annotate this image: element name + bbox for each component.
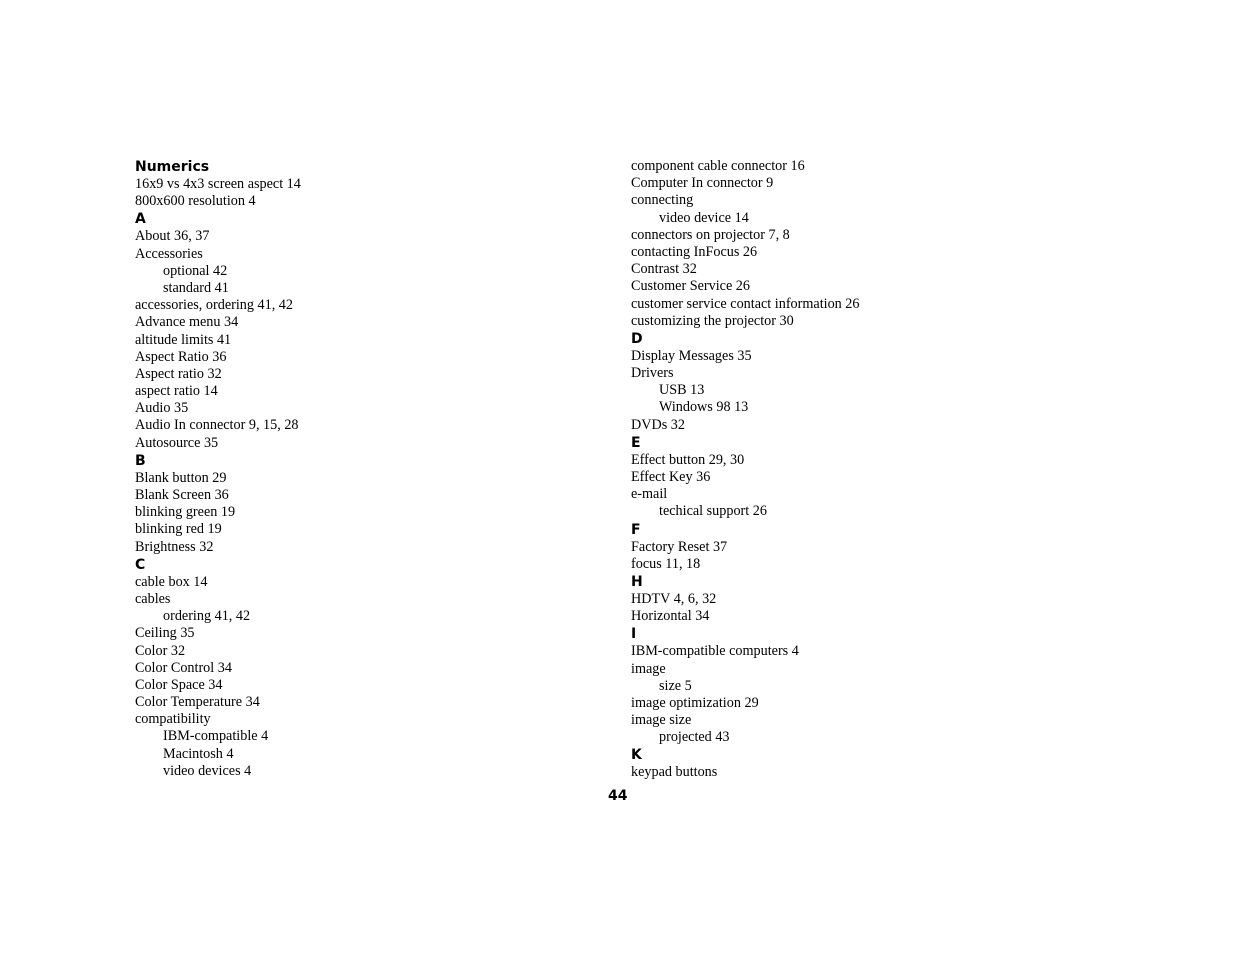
- index-letter-heading: Numerics: [135, 159, 210, 175]
- index-entry: customizing the projector 30: [631, 312, 794, 329]
- index-entry: cables: [135, 590, 171, 607]
- document-page: Numerics 16x9 vs 4x3 screen aspect 14 800x…: [0, 0, 1235, 954]
- index-entry: Effect Key 36: [631, 469, 711, 485]
- index-subentry: techical support 26: [659, 503, 767, 520]
- index-entry: Brightness 32: [135, 538, 214, 555]
- index-letter-heading: D: [631, 330, 643, 347]
- index-entry: customer service contact information 26: [631, 295, 860, 312]
- index-subentry: video devices 4: [163, 762, 252, 779]
- index-entry: Color Space 34: [135, 676, 223, 693]
- index-entry: About 36, 37: [135, 228, 210, 245]
- index-subentry: projected 43: [659, 729, 730, 746]
- index-entry: focus 11, 18: [631, 555, 701, 572]
- index-entry: image size: [631, 712, 692, 729]
- index-subentry: ordering 41, 42: [163, 608, 251, 625]
- index-entry: altitude limits 41: [135, 331, 232, 348]
- index-entry: Computer In connector 9: [631, 175, 774, 192]
- index-entry: Contrast 32: [631, 261, 697, 278]
- index-entry: Customer Service 26: [631, 278, 750, 295]
- index-entry: Ceiling 35: [135, 625, 195, 642]
- index-entry: connecting: [631, 192, 694, 209]
- page-number: 44: [608, 788, 628, 804]
- index-entry: Factory Reset 37: [631, 538, 728, 555]
- index-entry: Display Messages 35: [631, 347, 752, 364]
- index-letter-heading: F: [631, 521, 641, 538]
- index-entry: 800x600 resolution 4: [135, 193, 256, 210]
- index-entry: Blank Screen 36: [135, 487, 229, 503]
- index-entry: Advance menu 34: [135, 314, 239, 331]
- index-entry: compatibility: [135, 711, 211, 728]
- index-letter-heading: A: [135, 211, 146, 228]
- index-entry: Drivers: [631, 365, 674, 382]
- index-subentry: standard 41: [163, 279, 229, 296]
- index-subentry: Windows 98 13: [659, 399, 749, 416]
- index-entry: HDTV 4, 6, 32: [631, 590, 717, 607]
- index-letter-heading: C: [135, 556, 146, 573]
- index-entry: Audio In connector 9, 15, 28: [135, 417, 299, 434]
- index-entry: Aspect Ratio 36: [135, 348, 227, 365]
- index-entry: Autosource 35: [135, 434, 219, 451]
- index-entry: Effect button 29, 30: [631, 451, 745, 468]
- index-column-left: Numerics 16x9 vs 4x3 screen aspect 14 800x…: [135, 158, 301, 780]
- index-entry: accessories, ordering 41, 42: [135, 297, 293, 314]
- index-entry: IBM-compatible computers 4: [631, 643, 799, 660]
- index-entry: Accessories: [135, 245, 203, 262]
- index-letter-heading: E: [631, 434, 641, 451]
- index-entry: 16x9 vs 4x3 screen aspect 14: [135, 176, 301, 192]
- index-entry: cable box 14: [135, 573, 208, 590]
- index-letter-heading: K: [631, 747, 642, 764]
- index-subentry: USB 13: [659, 382, 705, 399]
- index-letter-heading: B: [135, 452, 146, 469]
- index-entry: e-mail: [631, 486, 668, 503]
- index-subentry: size 5: [659, 677, 692, 694]
- index-entry: contacting InFocus 26: [631, 243, 758, 260]
- index-entry: Audio 35: [135, 400, 189, 417]
- index-entry: Aspect ratio 32: [135, 365, 222, 382]
- index-entry: Color 32: [135, 642, 186, 659]
- index-entry: Color Temperature 34: [135, 694, 260, 711]
- index-letter-heading: I: [631, 626, 637, 643]
- index-entry: blinking red 19: [135, 521, 222, 538]
- index-entry: Blank button 29: [135, 469, 227, 486]
- index-entry: connectors on projector 7, 8: [631, 226, 790, 243]
- index-entry: image optimization 29: [631, 694, 759, 711]
- index-entry: blinking green 19: [135, 504, 236, 521]
- index-entry: image: [631, 660, 666, 677]
- index-entry: component cable connector 16: [631, 158, 805, 174]
- index-letter-heading: H: [631, 573, 643, 590]
- index-subentry: Macintosh 4: [163, 745, 234, 762]
- index-subentry: optional 42: [163, 262, 228, 279]
- index-entry: Color Control 34: [135, 659, 232, 676]
- index-entry: aspect ratio 14: [135, 383, 218, 400]
- index-subentry: IBM-compatible 4: [163, 728, 269, 745]
- index-entry: DVDs 32: [631, 416, 685, 433]
- index-entry: Horizontal 34: [631, 608, 710, 625]
- index-column-right: component cable connector 16 Computer In …: [631, 158, 860, 782]
- index-subentry: video device 14: [659, 209, 749, 226]
- index-entry: keypad buttons: [631, 764, 718, 781]
